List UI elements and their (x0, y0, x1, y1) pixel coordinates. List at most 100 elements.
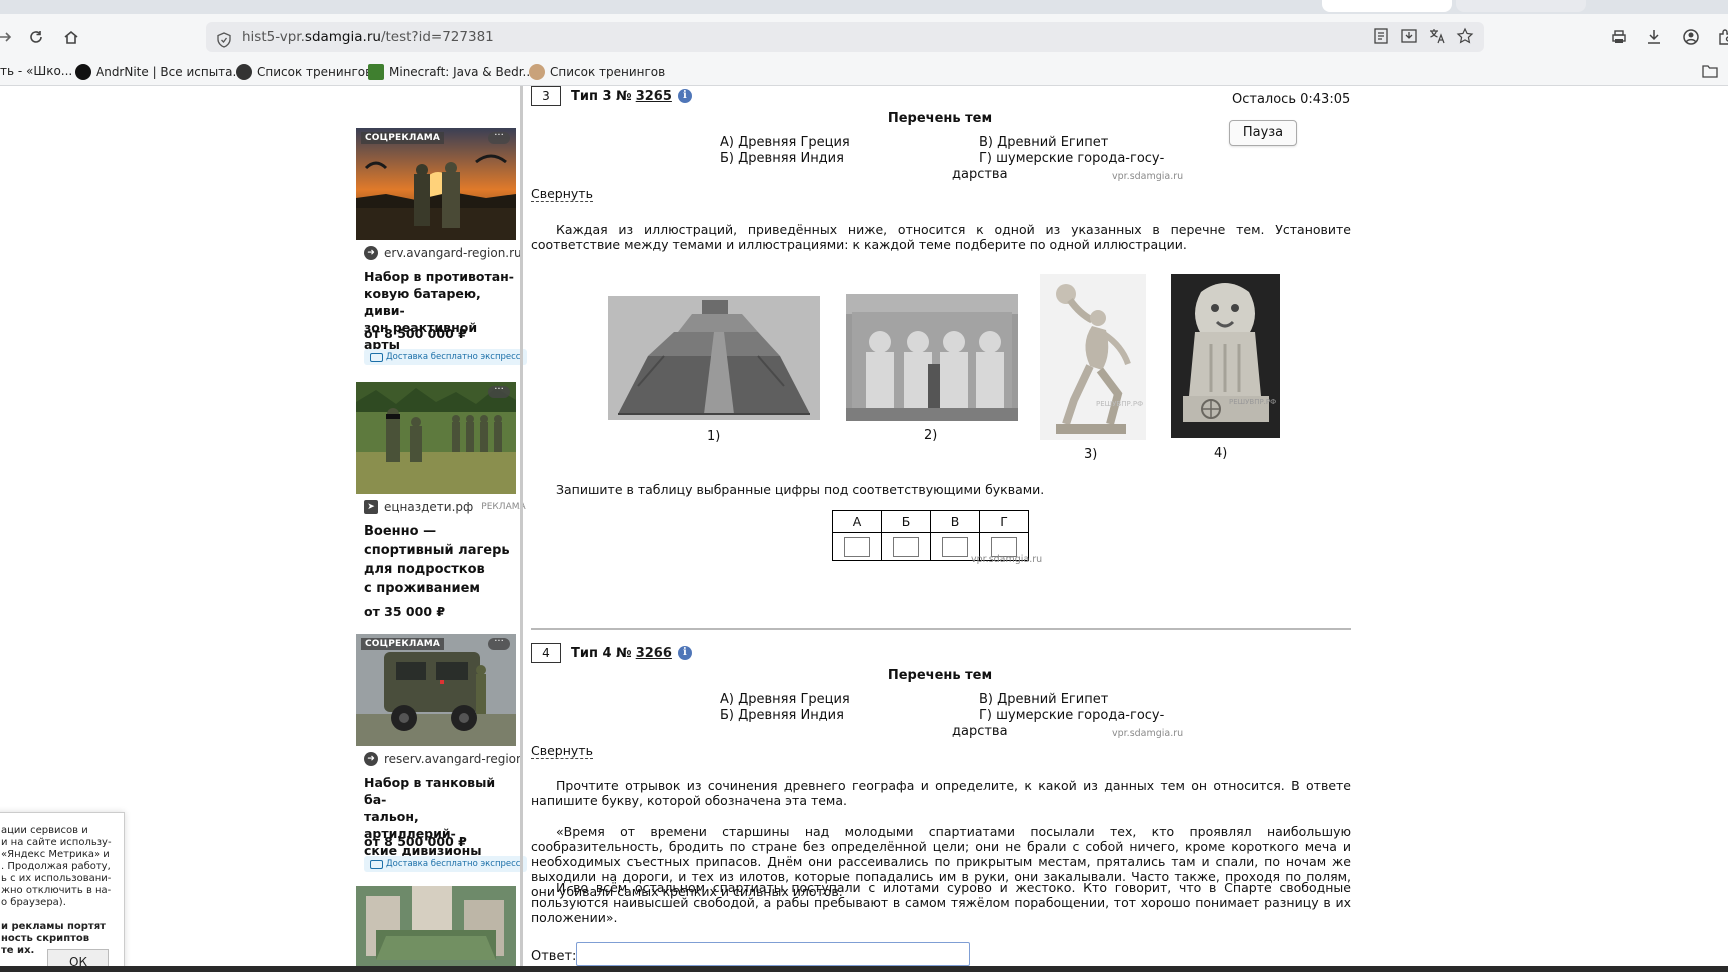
topic-g: Г) шумерские города-госу- (979, 151, 1165, 166)
translate-icon[interactable] (1428, 27, 1446, 45)
bookmark-item[interactable]: AndrNite | Все испыта... (75, 64, 244, 80)
telegram-icon: ➤ (364, 500, 378, 514)
test-content: 3 Тип 3 № 3265 i Осталось 0:43:05 Пауза … (530, 86, 1360, 972)
bookmark-item[interactable]: Minecraft: Java & Bedr... (368, 64, 534, 80)
bookmark-item[interactable]: Список тренингов (236, 64, 372, 80)
install-app-icon[interactable] (1400, 27, 1418, 45)
cookie-notice-text: ации сервисов и и на сайте использу- «Ян… (1, 825, 112, 908)
task-number: 3 (531, 86, 561, 106)
tab[interactable] (1322, 0, 1452, 12)
answer-cell (832, 532, 882, 561)
bookmark-item[interactable]: ть - «Шко... (0, 64, 72, 78)
task-id-link[interactable]: 3265 (636, 89, 672, 104)
source-quote-continued: И во всём остальном спартиаты поступали … (531, 880, 1351, 925)
table-header-a: А (832, 510, 882, 533)
ad-tag: СОЦРЕКЛАМА (361, 132, 445, 144)
ad-card[interactable]: ··· ➤ eцназдети.рф РЕКЛАМА Военно — спорт… (356, 382, 526, 622)
section-divider (531, 628, 1351, 630)
bookmark-item[interactable]: Список тренингов (529, 64, 665, 80)
ad-title[interactable]: Военно — спортивный лагерь для подростков с… (364, 522, 514, 598)
address-bar[interactable]: hist5-vpr.sdamgia.ru/test?id=727381 (206, 22, 1484, 52)
watermark: vpr.sdamgia.ru (971, 554, 1043, 565)
ad-price: от 35 000 ₽ (364, 604, 446, 619)
table-header-g: Г (979, 510, 1029, 533)
url-text: hist5-vpr.sdamgia.ru/test?id=727381 (242, 29, 494, 45)
column-divider (520, 86, 523, 972)
info-icon[interactable]: i (677, 89, 692, 103)
trainings-favicon-icon (236, 64, 252, 80)
ad-menu-icon[interactable]: ··· (488, 637, 510, 650)
ad-card[interactable]: СОЦРЕКЛАМА ··· ➜ reserv.avangard-region … (356, 634, 527, 874)
topic-a: А) Древняя Греция (720, 135, 850, 150)
illustration-4: РЕШУВПР.РФ (1171, 274, 1280, 438)
tab-strip (0, 0, 1728, 14)
discobolus-image: РЕШУВПР.РФ (1040, 274, 1146, 440)
bookmark-star-icon[interactable] (1456, 27, 1474, 45)
svg-text:РЕШУВПР.РФ: РЕШУВПР.РФ (1229, 398, 1276, 406)
table-instruction: Запишите в таблицу выбранные цифры под с… (556, 482, 1045, 497)
watermark: vpr.sdamgia.ru (1112, 728, 1184, 739)
bookmarks-bar: ть - «Шко... AndrNite | Все испыта... Сп… (0, 60, 1728, 86)
illustration-caption: 2) (924, 428, 938, 443)
reload-icon[interactable] (23, 24, 49, 50)
topic-g-continued: дарства (952, 724, 1008, 739)
timer: Осталось 0:43:05 (1232, 92, 1351, 107)
illustration-2 (846, 294, 1018, 421)
illustration-caption: 4) (1214, 446, 1228, 461)
table-header-v: В (930, 510, 980, 533)
ad-menu-icon[interactable]: ··· (488, 385, 510, 398)
person-favicon-icon (529, 64, 545, 80)
collapse-link[interactable]: Свернуть (531, 187, 593, 202)
reader-mode-icon[interactable] (1372, 27, 1390, 45)
topic-v: В) Древний Египет (979, 135, 1109, 150)
topic-v: В) Древний Египет (979, 692, 1109, 707)
andrnite-favicon-icon (75, 64, 91, 80)
print-icon[interactable] (1606, 24, 1632, 50)
answer-input-v[interactable] (942, 536, 968, 557)
topic-b: Б) Древняя Индия (720, 151, 844, 166)
home-icon[interactable] (58, 24, 84, 50)
task-instruction: Прочтите отрывок из сочинения древнего г… (531, 778, 1351, 808)
ad-image[interactable]: ··· (356, 382, 516, 494)
ad-card[interactable] (356, 886, 516, 968)
cookie-notice: ации сервисов и и на сайте использу- «Ян… (0, 812, 125, 972)
watermark: vpr.sdamgia.ru (1112, 171, 1184, 182)
forward-icon[interactable] (0, 24, 18, 50)
ad-delivery-badge: Доставка бесплатно экспресс (364, 856, 527, 872)
extensions-icon[interactable] (1712, 24, 1728, 50)
answer-input-a[interactable] (844, 536, 870, 557)
ad-card[interactable]: СОЦРЕКЛАМА ··· ➜ erv.avangard-region.ru … (356, 128, 527, 368)
task-type-label: Тип 3 № (571, 88, 632, 104)
other-bookmarks-folder-icon[interactable] (1702, 64, 1718, 78)
info-icon[interactable]: i (677, 646, 692, 660)
answer-label: Ответ: (531, 949, 577, 964)
svg-text:РЕШУВПР.РФ: РЕШУВПР.РФ (1096, 400, 1143, 408)
answer-input[interactable] (576, 942, 970, 966)
ad-source[interactable]: ➜ reserv.avangard-region (364, 752, 524, 766)
ad-image[interactable] (356, 886, 516, 968)
task-type-label: Тип 4 № (571, 645, 632, 661)
topics-heading: Перечень тем (887, 668, 993, 683)
ad-menu-icon[interactable]: ··· (488, 131, 510, 144)
tab[interactable] (1456, 0, 1586, 12)
browser-toolbar: hist5-vpr.sdamgia.ru/test?id=727381 (0, 14, 1728, 60)
ad-tag: СОЦРЕКЛАМА (361, 638, 445, 650)
ad-image[interactable]: СОЦРЕКЛАМА ··· (356, 128, 516, 240)
site-info-icon[interactable] (216, 29, 232, 59)
download-icon[interactable] (1641, 24, 1667, 50)
profile-icon[interactable] (1678, 24, 1704, 50)
ad-source[interactable]: ➜ erv.avangard-region.ru (364, 246, 522, 260)
ad-image[interactable]: СОЦРЕКЛАМА ··· (356, 634, 516, 746)
ad-price: от 8 500 000 ₽ (364, 326, 467, 341)
topic-a: А) Древняя Греция (720, 692, 850, 707)
ad-price: от 8 500 000 ₽ (364, 834, 467, 849)
answer-cell (881, 532, 931, 561)
ad-delivery-badge: Доставка бесплатно экспресс (364, 349, 527, 365)
task-header: 4 Тип 4 № 3266 i (531, 643, 692, 663)
topic-g: Г) шумерские города-госу- (979, 708, 1165, 723)
collapse-link[interactable]: Свернуть (531, 744, 593, 759)
ad-source[interactable]: ➤ eцназдети.рф РЕКЛАМА (364, 500, 526, 514)
answer-input-b[interactable] (893, 536, 919, 557)
illustration-caption: 3) (1084, 447, 1098, 462)
task-id-link[interactable]: 3266 (636, 646, 672, 661)
